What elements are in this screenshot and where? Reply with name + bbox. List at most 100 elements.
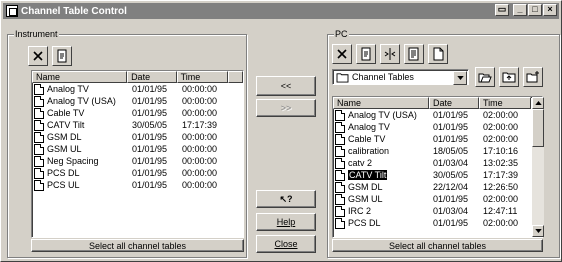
list-item[interactable]: Cable TV 01/01/95 00:00:00 <box>32 107 243 119</box>
window-title: Channel Table Control <box>21 5 127 17</box>
item-date: 01/01/95 <box>433 194 469 204</box>
item-date: 30/05/05 <box>433 170 469 180</box>
item-date: 01/01/95 <box>132 96 168 106</box>
folder-select[interactable]: Channel Tables <box>332 69 469 85</box>
list-item[interactable]: PCS UL 01/01/95 00:00:00 <box>32 179 243 191</box>
new-folder-button[interactable] <box>523 67 543 87</box>
pc-delete-button[interactable] <box>332 44 352 64</box>
pc-properties-button[interactable] <box>356 44 376 64</box>
item-name: PCS UL <box>47 180 80 190</box>
copy-to-instrument-button[interactable]: << <box>256 76 316 96</box>
list-item[interactable]: GSM DL 01/01/95 00:00:00 <box>32 131 243 143</box>
properties-button[interactable] <box>52 46 72 66</box>
item-time: 00:00:00 <box>182 84 218 94</box>
col-name[interactable]: Name <box>333 97 429 109</box>
item-date: 01/03/04 <box>433 206 469 216</box>
item-date: 01/01/95 <box>433 134 469 144</box>
document-icon <box>34 95 44 107</box>
scroll-down-icon[interactable] <box>532 225 544 237</box>
list-item[interactable]: Analog TV 01/01/95 02:00:00 <box>333 121 542 133</box>
open-folder-button[interactable] <box>475 67 495 87</box>
list-item[interactable]: calibration 18/05/05 17:10:16 <box>333 145 542 157</box>
item-name: GSM DL <box>348 182 383 192</box>
channel-table-control-window: Channel Table Control ▭ _ □ × Instrument… <box>0 0 562 262</box>
close-label: Close <box>274 239 298 249</box>
item-date: 01/01/95 <box>433 218 469 228</box>
item-date: 18/05/05 <box>433 146 469 156</box>
list-item[interactable]: Analog TV (USA) 01/01/95 02:00:00 <box>333 109 542 121</box>
list-item[interactable]: Analog TV 01/01/95 00:00:00 <box>32 83 243 95</box>
col-date[interactable]: Date <box>429 97 479 109</box>
list-item[interactable]: CATV Tilt 30/05/05 17:17:39 <box>32 119 243 131</box>
item-time: 00:00:00 <box>182 108 218 118</box>
restore-icon[interactable]: ▭ <box>495 4 509 16</box>
list-item[interactable]: Cable TV 01/01/95 02:00:00 <box>333 133 542 145</box>
document-icon <box>335 121 345 133</box>
pc-list[interactable]: Name Date Time Analog TV (USA) 01/01/95 02… <box>332 96 543 238</box>
minimize-icon[interactable]: _ <box>513 4 527 16</box>
pc-compare-button[interactable] <box>380 44 400 64</box>
maximize-icon[interactable]: □ <box>528 4 542 16</box>
new-document-icon <box>433 47 444 61</box>
list-item[interactable]: Analog TV (USA) 01/01/95 00:00:00 <box>32 95 243 107</box>
list-item[interactable]: PCS DL 01/01/95 02:00:00 <box>333 217 542 229</box>
item-time: 00:00:00 <box>182 168 218 178</box>
list-item[interactable]: GSM DL 22/12/04 12:26:50 <box>333 181 542 193</box>
document-icon <box>34 143 44 155</box>
whats-this-button[interactable]: ↖? <box>256 190 316 208</box>
col-name[interactable]: Name <box>32 71 128 83</box>
document-icon <box>34 155 44 167</box>
pc-new-button[interactable] <box>428 44 448 64</box>
scroll-up-icon[interactable] <box>532 97 544 109</box>
item-time: 00:00:00 <box>182 132 218 142</box>
list-item[interactable]: catv 2 01/03/04 13:02:35 <box>333 157 542 169</box>
chevron-down-icon[interactable] <box>453 71 467 85</box>
instrument-list[interactable]: Name Date Time Analog TV 01/01/95 00:00:00… <box>31 70 244 238</box>
pointer-help-icon: ↖ <box>279 193 288 204</box>
item-date: 01/01/95 <box>433 122 469 132</box>
close-icon[interactable]: × <box>543 4 557 16</box>
document-icon <box>335 193 345 205</box>
folder-select-value: Channel Tables <box>352 72 414 82</box>
item-date: 01/01/95 <box>132 84 168 94</box>
properties-icon <box>57 49 67 63</box>
item-name: Analog TV (USA) <box>348 110 417 120</box>
list-item[interactable]: PCS DL 01/01/95 00:00:00 <box>32 167 243 179</box>
document-icon <box>34 167 44 179</box>
item-name: Cable TV <box>348 134 386 144</box>
item-time: 00:00:00 <box>182 180 218 190</box>
item-date: 01/01/95 <box>132 180 168 190</box>
scrollbar-thumb[interactable] <box>532 109 544 147</box>
document-icon <box>335 181 345 193</box>
list-item[interactable]: GSM UL 01/01/95 00:00:00 <box>32 143 243 155</box>
item-date: 30/05/05 <box>132 120 168 130</box>
pc-edit-button[interactable] <box>404 44 424 64</box>
help-button[interactable]: Help <box>256 213 316 231</box>
list-item[interactable]: CATV Tilt 30/05/05 17:17:39 <box>333 169 542 181</box>
document-icon <box>34 179 44 191</box>
item-date: 01/01/95 <box>132 156 168 166</box>
pc-select-all-button[interactable]: Select all channel tables <box>332 239 543 252</box>
col-date[interactable]: Date <box>127 71 177 83</box>
item-name: Analog TV <box>47 84 89 94</box>
copy-to-pc-button[interactable]: >> <box>256 99 316 117</box>
item-date: 01/03/04 <box>433 158 469 168</box>
col-time[interactable]: Time <box>176 71 229 83</box>
up-folder-button[interactable] <box>499 67 519 87</box>
pc-list-scrollbar[interactable] <box>532 97 544 237</box>
item-name: IRC 2 <box>348 206 372 216</box>
item-name: Cable TV <box>47 108 85 118</box>
item-time: 12:26:50 <box>483 182 519 192</box>
close-button[interactable]: Close <box>256 235 316 253</box>
item-name: Neg Spacing <box>47 156 99 166</box>
document-icon <box>34 119 44 131</box>
folder-icon <box>336 72 349 83</box>
col-time[interactable]: Time <box>479 97 531 109</box>
item-time: 02:00:00 <box>483 134 519 144</box>
title-bar[interactable]: Channel Table Control ▭ _ □ × <box>3 3 559 19</box>
list-item[interactable]: Neg Spacing 01/01/95 00:00:00 <box>32 155 243 167</box>
delete-button[interactable] <box>28 46 48 66</box>
list-item[interactable]: GSM UL 01/01/95 02:00:00 <box>333 193 542 205</box>
list-item[interactable]: IRC 2 01/03/04 12:47:11 <box>333 205 542 217</box>
instrument-select-all-button[interactable]: Select all channel tables <box>31 239 244 252</box>
